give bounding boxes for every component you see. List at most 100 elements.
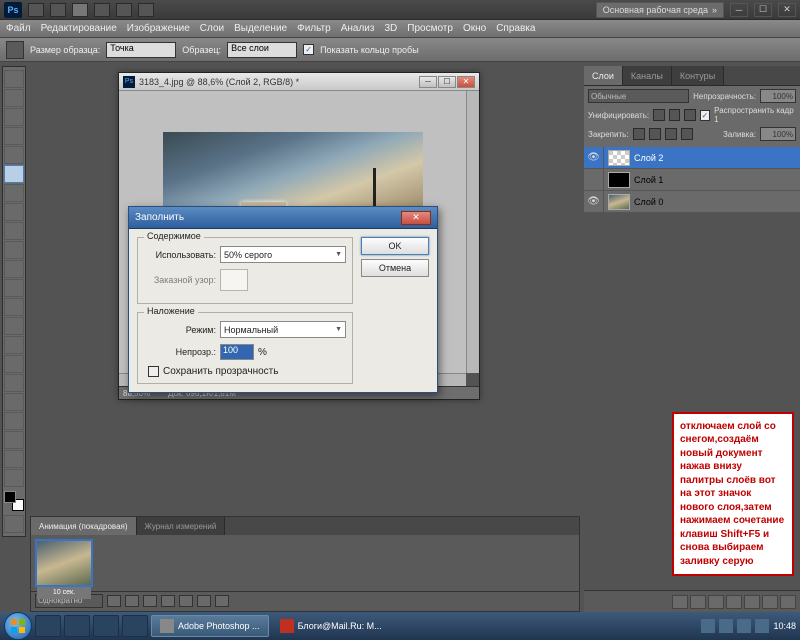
lock-transparent-icon[interactable] (633, 128, 645, 140)
layer-row[interactable]: 👁 Слой 2 (584, 147, 800, 169)
layer-name[interactable]: Слой 0 (634, 197, 663, 207)
dialog-titlebar[interactable]: Заполнить ✕ (129, 207, 437, 229)
quick-mask-tool[interactable] (4, 515, 24, 533)
opacity-input[interactable]: 100 (220, 344, 254, 360)
sample-size-select[interactable]: Точка (106, 42, 176, 58)
adjustment-layer-icon[interactable] (726, 595, 742, 609)
screen-mode-icon[interactable] (138, 3, 154, 17)
menu-image[interactable]: Изображение (127, 23, 190, 34)
unify-style-icon[interactable] (684, 109, 696, 121)
eyedropper-tool-icon[interactable] (6, 41, 24, 59)
layer-fill-input[interactable]: 100% (760, 127, 796, 141)
healing-tool[interactable] (4, 184, 24, 202)
menu-help[interactable]: Справка (496, 23, 535, 34)
tab-channels[interactable]: Каналы (623, 66, 672, 85)
animation-frame[interactable]: 10 сек. (35, 539, 93, 587)
lasso-tool[interactable] (4, 108, 24, 126)
shape-tool[interactable] (4, 393, 24, 411)
minimize-button[interactable]: ─ (730, 3, 748, 17)
layer-row[interactable]: Слой 1 (584, 169, 800, 191)
start-button[interactable] (4, 612, 32, 640)
workspace-switcher[interactable]: Основная рабочая среда» (596, 2, 724, 18)
document-titlebar[interactable]: Ps 3183_4.jpg @ 88,6% (Слой 2, RGB/8) * … (119, 73, 479, 91)
menu-edit[interactable]: Редактирование (41, 23, 117, 34)
taskbar-app-browser[interactable]: Блоги@Mail.Ru: М... (272, 615, 390, 637)
doc-close-button[interactable]: ✕ (457, 76, 475, 88)
menu-window[interactable]: Окно (463, 23, 486, 34)
propagate-frame-checkbox[interactable]: ✓ (700, 110, 711, 121)
menu-file[interactable]: Файл (6, 23, 31, 34)
visibility-toggle[interactable]: 👁 (584, 147, 604, 168)
blur-tool[interactable] (4, 298, 24, 316)
quick-launch-icon[interactable] (64, 615, 90, 637)
tab-layers[interactable]: Слои (584, 66, 623, 85)
arrange-icon[interactable] (116, 3, 132, 17)
play-button[interactable] (143, 595, 157, 607)
crop-tool[interactable] (4, 146, 24, 164)
taskbar-app-photoshop[interactable]: Adobe Photoshop ... (151, 615, 269, 637)
marquee-tool[interactable] (4, 89, 24, 107)
show-ring-checkbox[interactable]: ✓ (303, 44, 314, 55)
volume-icon[interactable] (755, 619, 769, 633)
sample-select[interactable]: Все слои (227, 42, 297, 58)
3d-tool[interactable] (4, 412, 24, 430)
dodge-tool[interactable] (4, 317, 24, 335)
tween-button[interactable] (179, 595, 193, 607)
type-tool[interactable] (4, 355, 24, 373)
menu-layer[interactable]: Слои (200, 23, 224, 34)
lock-position-icon[interactable] (665, 128, 677, 140)
prev-frame-button[interactable] (125, 595, 139, 607)
maximize-button[interactable]: ☐ (754, 3, 772, 17)
pen-tool[interactable] (4, 336, 24, 354)
unify-visibility-icon[interactable] (669, 109, 681, 121)
frame-duration[interactable]: 10 сек. (37, 587, 91, 599)
eyedropper-tool[interactable] (4, 165, 24, 183)
tray-icon[interactable] (701, 619, 715, 633)
delete-layer-icon[interactable] (780, 595, 796, 609)
quick-launch-icon[interactable] (122, 615, 148, 637)
cancel-button[interactable]: Отмена (361, 259, 429, 277)
zoom-tool[interactable] (4, 469, 24, 487)
layer-row[interactable]: 👁 Слой 0 (584, 191, 800, 213)
gradient-tool[interactable] (4, 279, 24, 297)
layer-thumbnail[interactable] (608, 150, 630, 166)
view-extras-icon[interactable] (72, 3, 88, 17)
layer-group-icon[interactable] (744, 595, 760, 609)
hand-tool[interactable] (4, 450, 24, 468)
zoom-level-icon[interactable] (94, 3, 110, 17)
menu-filter[interactable]: Фильтр (297, 23, 331, 34)
layer-opacity-input[interactable]: 100% (760, 89, 796, 103)
mode-combobox[interactable]: Нормальный (220, 321, 346, 338)
clock[interactable]: 10:48 (773, 621, 796, 631)
close-button[interactable]: ✕ (778, 3, 796, 17)
visibility-toggle[interactable] (584, 169, 604, 190)
eraser-tool[interactable] (4, 260, 24, 278)
tray-icon[interactable] (719, 619, 733, 633)
quick-launch-icon[interactable] (93, 615, 119, 637)
visibility-toggle[interactable]: 👁 (584, 191, 604, 212)
menu-select[interactable]: Выделение (234, 23, 287, 34)
bridge-icon[interactable] (28, 3, 44, 17)
ok-button[interactable]: OK (361, 237, 429, 255)
blend-mode-select[interactable]: Обычные (588, 89, 689, 103)
use-combobox[interactable]: 50% серого (220, 246, 346, 263)
layer-name[interactable]: Слой 1 (634, 175, 663, 185)
doc-maximize-button[interactable]: ☐ (438, 76, 456, 88)
layer-name[interactable]: Слой 2 (634, 153, 663, 163)
layer-style-icon[interactable] (690, 595, 706, 609)
lock-pixels-icon[interactable] (649, 128, 661, 140)
layer-thumbnail[interactable] (608, 194, 630, 210)
vertical-scrollbar[interactable] (466, 91, 479, 373)
first-frame-button[interactable] (107, 595, 121, 607)
next-frame-button[interactable] (161, 595, 175, 607)
new-layer-icon[interactable] (762, 595, 778, 609)
delete-frame-button[interactable] (215, 595, 229, 607)
link-layers-icon[interactable] (672, 595, 688, 609)
stamp-tool[interactable] (4, 222, 24, 240)
tab-measurement-log[interactable]: Журнал измерений (137, 517, 226, 535)
tab-animation[interactable]: Анимация (покадровая) (31, 517, 137, 535)
color-swatches[interactable] (4, 491, 24, 511)
preserve-transparency-checkbox[interactable] (148, 366, 159, 377)
wand-tool[interactable] (4, 127, 24, 145)
move-tool[interactable] (4, 70, 24, 88)
